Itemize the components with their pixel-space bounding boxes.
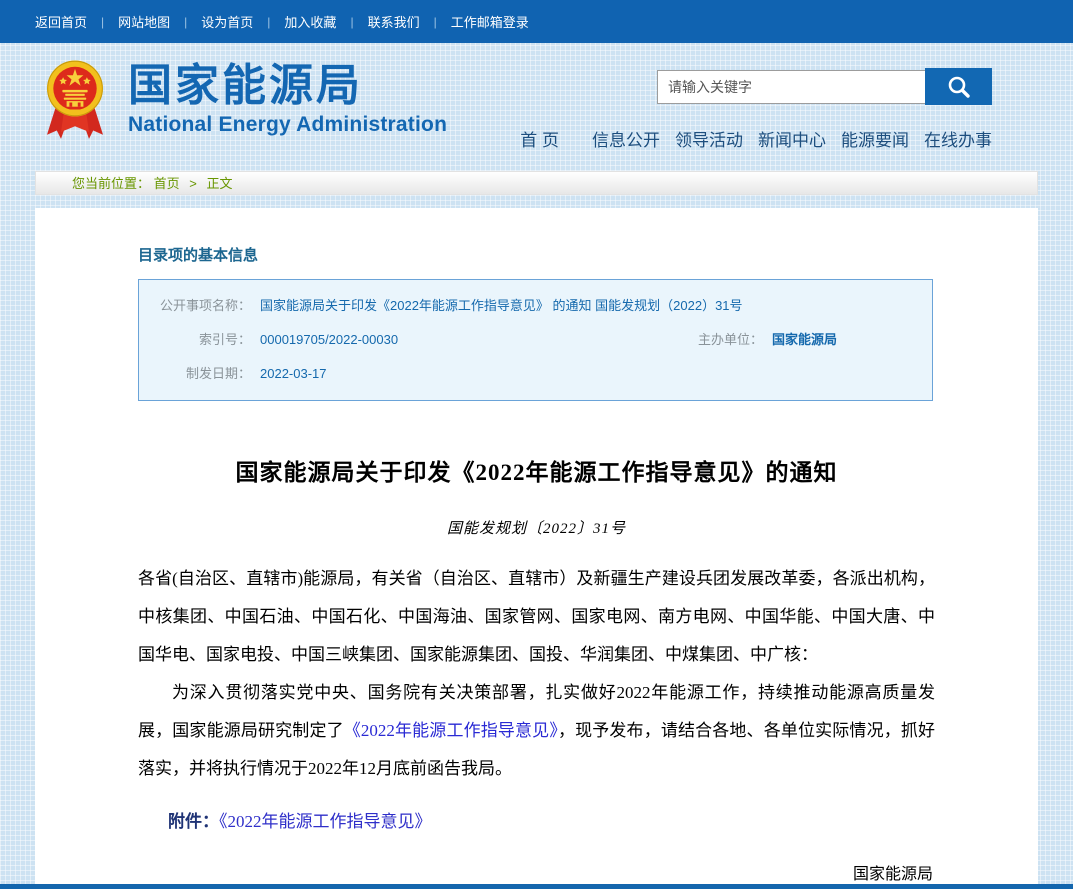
info-row-date: 制发日期： 2022-03-17 <box>139 357 932 391</box>
info-row-index-org: 索引号： 000019705/2022-00030 主办单位： 国家能源局 <box>139 323 932 357</box>
info-row-name: 公开事项名称： 国家能源局关于印发《2022年能源工作指导意见》 的通知 国能发… <box>139 289 932 323</box>
topbar-link-mail-login[interactable]: 工作邮箱登录 <box>437 12 543 31</box>
breadcrumb-label: 您当前位置： <box>72 176 150 191</box>
signature-organization: 国家能源局 <box>35 860 1038 884</box>
info-org-value: 国家能源局 <box>763 323 932 357</box>
site-logo[interactable]: 国家能源局 National Energy Administration <box>40 53 447 145</box>
footer-bar <box>0 884 1073 889</box>
nav-home[interactable]: 首 页 <box>520 126 559 151</box>
site-header: 国家能源局 National Energy Administration 首 页… <box>0 43 1073 168</box>
breadcrumb-current: 正文 <box>207 176 233 191</box>
breadcrumb-home-link[interactable]: 首页 <box>154 176 180 191</box>
info-name-label: 公开事项名称： <box>139 289 251 323</box>
breadcrumb: 您当前位置： 首页 > 正文 <box>35 171 1038 195</box>
search-input[interactable] <box>657 70 925 104</box>
info-date-label: 制发日期： <box>139 357 251 391</box>
search-bar <box>657 68 992 104</box>
info-date-value: 2022-03-17 <box>251 357 932 391</box>
document-number: 国能发规划〔2022〕31号 <box>35 517 1038 538</box>
info-table: 公开事项名称： 国家能源局关于印发《2022年能源工作指导意见》 的通知 国能发… <box>138 279 933 401</box>
brand-text: 国家能源局 National Energy Administration <box>128 60 447 138</box>
guidance-document-link[interactable]: 《2022年能源工作指导意见》 <box>344 721 558 740</box>
attachment-line: 附件：《2022年能源工作指导意见》 <box>168 806 935 838</box>
info-name-value: 国家能源局关于印发《2022年能源工作指导意见》 的通知 国能发规划（2022）… <box>251 289 932 323</box>
topbar-link-home[interactable]: 返回首页 <box>35 12 101 31</box>
main-nav: 首 页 信息公开 领导活动 新闻中心 能源要闻 在线办事 <box>657 126 992 151</box>
nav-leadership[interactable]: 领导活动 <box>675 126 743 151</box>
topbar-link-sitemap[interactable]: 网站地图 <box>104 12 184 31</box>
search-button[interactable] <box>925 68 992 105</box>
site-title: 国家能源局 <box>128 60 447 112</box>
attachment-link[interactable]: 《2022年能源工作指导意见》 <box>219 812 432 831</box>
article-paragraph-recipients: 各省(自治区、直辖市)能源局，有关省（自治区、直辖市）及新疆生产建设兵团发展改革… <box>138 560 935 674</box>
info-org-label: 主办单位： <box>691 323 763 357</box>
topbar-link-contact[interactable]: 联系我们 <box>354 12 434 31</box>
nav-online-service[interactable]: 在线办事 <box>924 126 992 151</box>
nav-energy-news[interactable]: 能源要闻 <box>841 126 909 151</box>
topbar-link-favorites[interactable]: 加入收藏 <box>270 12 350 31</box>
nav-news-center[interactable]: 新闻中心 <box>758 126 826 151</box>
site-subtitle: National Energy Administration <box>128 112 447 138</box>
main-content: 目录项的基本信息 公开事项名称： 国家能源局关于印发《2022年能源工作指导意见… <box>35 208 1038 884</box>
info-index-label: 索引号： <box>139 323 251 357</box>
nav-info-disclosure[interactable]: 信息公开 <box>592 126 660 151</box>
topbar-link-set-homepage[interactable]: 设为首页 <box>187 12 267 31</box>
attachment-label: 附件： <box>168 812 219 831</box>
national-emblem-icon <box>40 53 110 145</box>
topbar: 返回首页| 网站地图| 设为首页| 加入收藏| 联系我们| 工作邮箱登录 <box>0 0 1073 43</box>
info-index-value: 000019705/2022-00030 <box>251 323 691 357</box>
breadcrumb-separator: > <box>189 176 197 191</box>
header-right: 首 页 信息公开 领导活动 新闻中心 能源要闻 在线办事 <box>657 68 992 151</box>
article-paragraph-main: 为深入贯彻落实党中央、国务院有关决策部署，扎实做好2022年能源工作，持续推动能… <box>138 674 935 788</box>
info-section-heading: 目录项的基本信息 <box>138 244 1038 265</box>
search-icon <box>946 74 972 100</box>
article-title: 国家能源局关于印发《2022年能源工作指导意见》的通知 <box>35 453 1038 487</box>
